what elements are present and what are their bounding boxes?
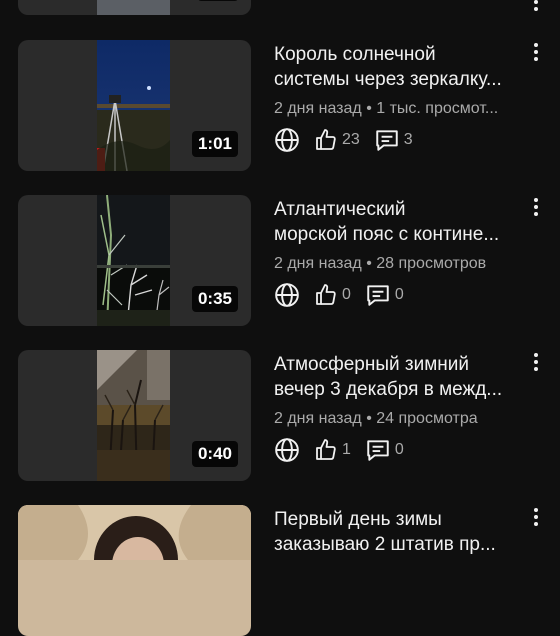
video-title[interactable]: Атмосферный зимний вечер 3 декабря в меж… xyxy=(274,352,524,402)
more-options-button[interactable] xyxy=(526,503,546,531)
globe-icon xyxy=(274,282,300,308)
video-title[interactable]: Первый день зимы заказываю 2 штатив пр..… xyxy=(274,507,524,557)
video-stats: 1 0 xyxy=(274,436,404,464)
more-options-button[interactable] xyxy=(526,193,546,221)
like-count: 0 xyxy=(342,286,351,303)
comment-icon[interactable] xyxy=(365,282,391,308)
comment-icon[interactable] xyxy=(374,127,400,153)
thumbnail-image xyxy=(97,195,170,326)
thumbs-up-icon[interactable] xyxy=(314,438,338,462)
globe-icon xyxy=(274,127,300,153)
video-thumbnail[interactable]: 0:40 xyxy=(18,350,251,481)
video-meta: 2 дня назад • 28 просмотров xyxy=(274,255,487,272)
video-title[interactable]: Король солнечной системы через зеркалку.… xyxy=(274,42,524,92)
comment-icon[interactable] xyxy=(365,437,391,463)
comment-count: 0 xyxy=(394,441,404,458)
globe-icon xyxy=(274,437,300,463)
video-meta: 2 дня назад • 24 просмотра xyxy=(274,410,478,427)
thumbnail-image xyxy=(97,350,170,481)
like-count: 1 xyxy=(342,441,351,458)
video-meta: 2 дня назад • 1 тыс. просмот... xyxy=(274,100,499,117)
more-options-button[interactable] xyxy=(526,348,546,376)
thumbs-up-icon[interactable] xyxy=(314,128,338,152)
video-thumbnail[interactable] xyxy=(18,505,251,636)
video-thumbnail[interactable]: 0:35 xyxy=(18,195,251,326)
comment-count: 3 xyxy=(403,131,413,148)
more-options-button[interactable] xyxy=(526,0,546,16)
more-options-button[interactable] xyxy=(526,38,546,66)
video-duration: 0:40 xyxy=(191,441,238,467)
video-stats: 23 3 xyxy=(274,126,413,154)
video-stats: 0 0 xyxy=(274,281,404,309)
video-duration: 1:01 xyxy=(191,131,238,157)
thumbs-up-icon[interactable] xyxy=(314,283,338,307)
video-thumbnail-partial[interactable] xyxy=(18,0,251,15)
video-title[interactable]: Атлантический морской пояс с контине... xyxy=(274,197,524,247)
thumbnail-image xyxy=(18,505,251,604)
like-count: 23 xyxy=(342,131,360,148)
video-duration: 0:35 xyxy=(191,286,238,312)
thumbnail-image xyxy=(97,40,170,171)
comment-count: 0 xyxy=(394,286,404,303)
video-thumbnail[interactable]: 1:01 xyxy=(18,40,251,171)
